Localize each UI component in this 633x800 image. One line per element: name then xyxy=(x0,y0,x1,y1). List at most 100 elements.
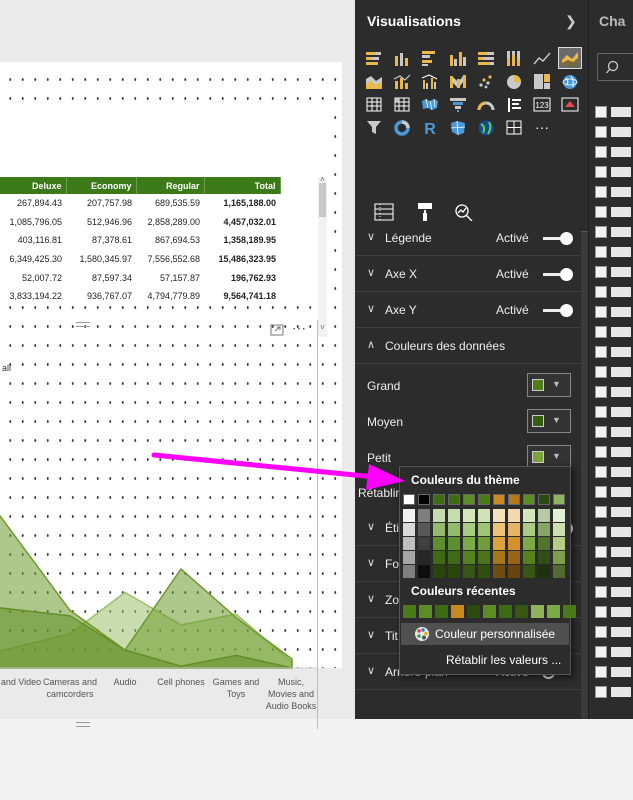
table-header-economy[interactable]: Economy xyxy=(66,177,137,194)
field-list-item[interactable] xyxy=(595,564,633,582)
format-section-0[interactable]: ∨ Légende Activé xyxy=(355,221,581,256)
theme-shade-swatch[interactable] xyxy=(508,537,520,550)
field-list-item[interactable] xyxy=(595,444,633,462)
table-scrollbar[interactable]: ˄ ˅ xyxy=(318,175,327,337)
field-list-item[interactable] xyxy=(595,204,633,222)
theme-shade-swatch[interactable] xyxy=(553,565,565,578)
more-options-icon[interactable]: ⋯ xyxy=(292,320,307,337)
kpi-icon[interactable] xyxy=(559,94,581,114)
theme-shade-swatch[interactable] xyxy=(478,565,490,578)
theme-shade-swatch[interactable] xyxy=(403,523,415,536)
theme-shade-swatch[interactable] xyxy=(493,537,505,550)
table-icon[interactable] xyxy=(363,94,385,114)
theme-shade-swatch[interactable] xyxy=(508,509,520,522)
table-header-deluxe[interactable]: Deluxe xyxy=(0,177,67,194)
field-checkbox[interactable] xyxy=(595,246,607,258)
field-checkbox[interactable] xyxy=(595,366,607,378)
field-list-item[interactable] xyxy=(595,584,633,602)
field-list-item[interactable] xyxy=(595,284,633,302)
field-list-item[interactable] xyxy=(595,344,633,362)
map-icon[interactable] xyxy=(559,71,581,91)
field-list-item[interactable] xyxy=(595,684,633,702)
chevron-down-icon[interactable]: ∨ xyxy=(367,230,375,243)
area-chart-icon[interactable] xyxy=(558,47,582,69)
section-toggle[interactable] xyxy=(543,268,573,281)
100-bar-icon[interactable] xyxy=(475,48,497,68)
multirow-card-icon[interactable] xyxy=(503,94,525,114)
chevron-down-icon[interactable]: ∨ xyxy=(367,520,375,533)
field-list-item[interactable] xyxy=(595,144,633,162)
drag-handle-bottom-icon[interactable] xyxy=(76,722,90,727)
field-checkbox[interactable] xyxy=(595,346,607,358)
field-list-item[interactable] xyxy=(595,124,633,142)
scroll-thumb[interactable] xyxy=(319,183,326,217)
field-checkbox[interactable] xyxy=(595,106,607,118)
theme-shade-swatch[interactable] xyxy=(478,551,490,564)
field-checkbox[interactable] xyxy=(595,306,607,318)
theme-shade-swatch[interactable] xyxy=(433,537,445,550)
line-column-icon[interactable] xyxy=(391,71,413,91)
theme-shade-swatch[interactable] xyxy=(448,523,460,536)
theme-shade-swatch[interactable] xyxy=(553,551,565,564)
analytics-magnifier-icon[interactable] xyxy=(451,201,477,223)
collapse-pane-icon[interactable]: ❯ xyxy=(565,13,577,30)
theme-shade-swatch[interactable] xyxy=(448,537,460,550)
chevron-down-icon[interactable]: ∨ xyxy=(367,266,375,279)
theme-shade-swatch[interactable] xyxy=(478,509,490,522)
field-checkbox[interactable] xyxy=(595,206,607,218)
clustered-bar-icon[interactable] xyxy=(419,48,441,68)
theme-color-swatch[interactable] xyxy=(433,494,445,505)
format-pane-scrollbar[interactable] xyxy=(581,232,588,719)
theme-shade-swatch[interactable] xyxy=(433,523,445,536)
field-checkbox[interactable] xyxy=(595,606,607,618)
grid-icon[interactable] xyxy=(503,117,525,137)
field-list-item[interactable] xyxy=(595,644,633,662)
field-checkbox[interactable] xyxy=(595,266,607,278)
field-checkbox[interactable] xyxy=(595,326,607,338)
theme-shade-swatch[interactable] xyxy=(418,523,430,536)
theme-shade-swatch[interactable] xyxy=(478,523,490,536)
theme-shade-swatch[interactable] xyxy=(463,565,475,578)
stacked-column-icon[interactable] xyxy=(391,48,413,68)
format-section-3[interactable]: ∧ Couleurs des données xyxy=(355,329,581,364)
field-list-item[interactable] xyxy=(595,484,633,502)
field-checkbox[interactable] xyxy=(595,626,607,638)
fields-search-input[interactable] xyxy=(597,53,633,81)
field-checkbox[interactable] xyxy=(595,486,607,498)
table-visual[interactable]: Deluxe Economy Regular Total 267,894.43 2… xyxy=(0,111,328,337)
theme-shade-swatch[interactable] xyxy=(523,565,535,578)
field-checkbox[interactable] xyxy=(595,686,607,698)
recent-color-swatch[interactable] xyxy=(403,605,416,618)
theme-color-swatch[interactable] xyxy=(448,494,460,505)
field-checkbox[interactable] xyxy=(595,166,607,178)
theme-shade-swatch[interactable] xyxy=(493,551,505,564)
table-header-total[interactable]: Total xyxy=(204,177,281,194)
chevron-down-icon[interactable]: ∨ xyxy=(367,628,375,641)
theme-color-swatch[interactable] xyxy=(493,494,505,505)
field-list-item[interactable] xyxy=(595,504,633,522)
reset-defaults-button[interactable]: Rétablir les valeurs ... xyxy=(446,653,561,667)
theme-shade-swatch[interactable] xyxy=(508,523,520,536)
clustered-column-icon[interactable] xyxy=(447,48,469,68)
format-paint-roller-icon[interactable] xyxy=(412,201,438,223)
theme-color-swatch[interactable] xyxy=(538,494,550,505)
theme-shade-swatch[interactable] xyxy=(403,565,415,578)
field-checkbox[interactable] xyxy=(595,186,607,198)
theme-shade-swatch[interactable] xyxy=(523,523,535,536)
matrix-icon[interactable] xyxy=(391,94,413,114)
field-list-item[interactable] xyxy=(595,104,633,122)
field-checkbox[interactable] xyxy=(595,406,607,418)
chevron-down-icon[interactable]: ∨ xyxy=(367,592,375,605)
stacked-area-icon[interactable] xyxy=(363,71,385,91)
field-list-item[interactable] xyxy=(595,664,633,682)
recent-color-swatch[interactable] xyxy=(435,605,448,618)
field-list-item[interactable] xyxy=(595,364,633,382)
field-list-item[interactable] xyxy=(595,384,633,402)
theme-color-swatch[interactable] xyxy=(463,494,475,505)
gauge-icon[interactable] xyxy=(475,94,497,114)
100-column-icon[interactable] xyxy=(503,48,525,68)
section-toggle[interactable] xyxy=(543,304,573,317)
area-series-2[interactable] xyxy=(0,502,293,669)
theme-color-swatch[interactable] xyxy=(523,494,535,505)
theme-shade-swatch[interactable] xyxy=(553,537,565,550)
